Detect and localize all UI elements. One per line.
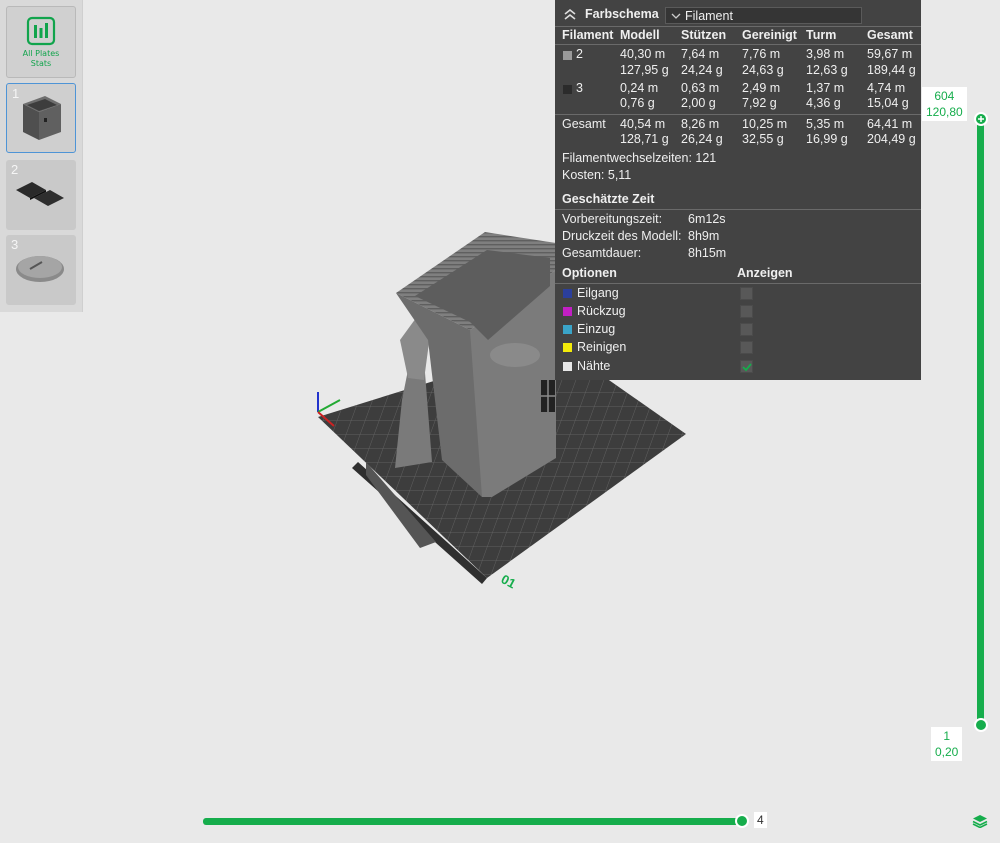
filament-id: 2 [576, 47, 583, 61]
time-label-total: Gesamtdauer: [562, 246, 642, 260]
option-label: Eilgang [577, 286, 619, 300]
filament-changes-text: Filamentwechselzeiten: 121 [562, 151, 717, 165]
checkmark-icon [742, 363, 752, 372]
filament-color-swatch [563, 51, 572, 60]
time-value-total: 8h15m [688, 246, 727, 260]
move-slider-track[interactable] [203, 818, 744, 825]
options-header: Optionen [562, 266, 617, 280]
option-label: Rückzug [577, 304, 626, 318]
option-label: Nähte [577, 359, 611, 373]
color-scheme-title: Farbschema [585, 7, 659, 21]
cell-gereinigt-weight: 7,92 g [742, 96, 777, 110]
col-header-filament: Filament [562, 28, 614, 42]
option-checkbox[interactable] [740, 287, 753, 300]
cell-modell-weight: 0,76 g [620, 96, 655, 110]
cell-modell-weight: 127,95 g [620, 63, 669, 77]
cell-stuetzen-weight: 2,00 g [681, 96, 716, 110]
cell-turm-length: 1,37 m [806, 81, 845, 95]
option-color-swatch [563, 362, 572, 371]
plate-label: 01 [499, 571, 519, 591]
layer-slider-bottom-handle[interactable] [974, 718, 988, 732]
cell-stuetzen-length: 7,64 m [681, 47, 720, 61]
time-value-print: 8h9m [688, 229, 720, 243]
collapse-chevron-icon[interactable] [563, 8, 577, 20]
time-value-prep: 6m12s [688, 212, 726, 226]
option-checkbox[interactable] [740, 305, 753, 318]
option-color-swatch [563, 325, 572, 334]
cell-gereinigt-weight: 24,63 g [742, 63, 784, 77]
layer-slider-track[interactable] [977, 116, 984, 728]
time-label-prep: Vorbereitungszeit: [562, 212, 663, 226]
option-checkbox[interactable] [740, 323, 753, 336]
option-checkbox[interactable] [740, 341, 753, 354]
cell-gesamt-length: 4,74 m [867, 81, 906, 95]
col-header-gereinigt: Gereinigt [742, 28, 797, 42]
option-color-swatch [563, 289, 572, 298]
option-label: Einzug [577, 322, 616, 336]
cell-stuetzen-length: 0,63 m [681, 81, 720, 95]
option-checkbox-checked[interactable] [740, 360, 753, 373]
show-header: Anzeigen [737, 266, 793, 280]
option-label: Reinigen [577, 340, 627, 354]
cell-modell-length: 40,54 m [620, 117, 666, 131]
col-header-turm: Turm [806, 28, 837, 42]
filament-id: 3 [576, 81, 583, 95]
cell-gereinigt-length: 7,76 m [742, 47, 781, 61]
cell-turm-weight: 16,99 g [806, 132, 848, 146]
slice-info-panel: Farbschema Filament Filament Modell Stüt… [555, 0, 921, 380]
layer-top-label: 604 120,80 [922, 87, 967, 121]
cell-modell-length: 40,30 m [620, 47, 666, 61]
layer-slider-top-handle[interactable] [974, 112, 988, 126]
color-scheme-value: Filament [685, 9, 733, 23]
cell-gereinigt-length: 2,49 m [742, 81, 781, 95]
cell-stuetzen-length: 8,26 m [681, 117, 720, 131]
cell-gesamt-weight: 204,49 g [867, 132, 916, 146]
cell-gesamt-weight: 15,04 g [867, 96, 909, 110]
cell-stuetzen-weight: 26,24 g [681, 132, 723, 146]
cell-gesamt-weight: 189,44 g [867, 63, 916, 77]
layers-icon[interactable] [972, 814, 988, 828]
col-header-stuetzen: Stützen [681, 28, 727, 42]
cell-gesamt-length: 64,41 m [867, 117, 913, 131]
cell-gereinigt-length: 10,25 m [742, 117, 788, 131]
estimated-time-header: Geschätzte Zeit [562, 192, 655, 206]
cell-modell-weight: 128,71 g [620, 132, 669, 146]
col-header-modell: Modell [620, 28, 660, 42]
layer-bottom-label: 1 0,20 [931, 727, 963, 761]
color-scheme-select[interactable]: Filament [665, 7, 862, 24]
cell-stuetzen-weight: 24,24 g [681, 63, 723, 77]
col-header-gesamt: Gesamt [867, 28, 913, 42]
option-color-swatch [563, 343, 572, 352]
cell-gesamt-length: 59,67 m [867, 47, 913, 61]
cell-turm-length: 5,35 m [806, 117, 845, 131]
cell-turm-length: 3,98 m [806, 47, 845, 61]
option-color-swatch [563, 307, 572, 316]
cell-modell-length: 0,24 m [620, 81, 659, 95]
total-label: Gesamt [562, 117, 606, 131]
move-slider-handle[interactable] [735, 814, 749, 828]
chevron-down-icon [671, 13, 681, 19]
cost-text: Kosten: 5,11 [562, 168, 632, 182]
cell-turm-weight: 4,36 g [806, 96, 841, 110]
plus-icon [978, 116, 984, 122]
cell-turm-weight: 12,63 g [806, 63, 848, 77]
move-slider-value: 4 [754, 812, 767, 828]
filament-color-swatch [563, 85, 572, 94]
cell-gereinigt-weight: 32,55 g [742, 132, 784, 146]
time-label-print: Druckzeit des Modell: [562, 229, 682, 243]
